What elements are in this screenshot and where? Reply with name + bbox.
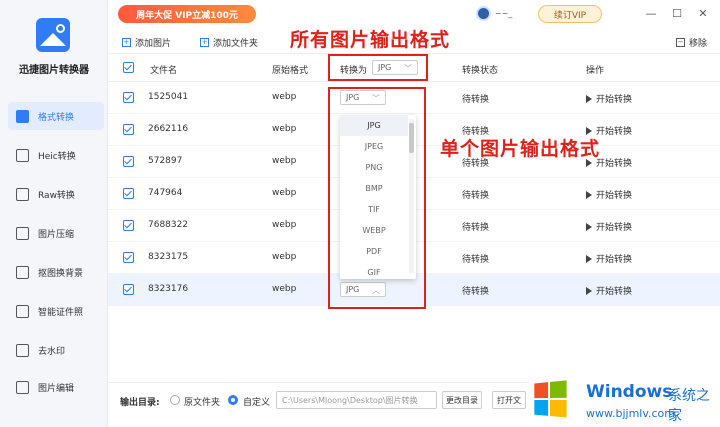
watermark-subtitle: 系统之家 xyxy=(668,388,710,424)
row-checkbox[interactable] xyxy=(123,220,134,231)
open-folder-button[interactable]: 打开文 xyxy=(492,391,526,409)
row-status: 待转换 xyxy=(462,287,490,297)
annotation-all-images: 所有图片输出格式 xyxy=(290,29,451,51)
add-folder-button[interactable]: + 添加文件夹 xyxy=(200,36,258,49)
row-checkbox[interactable] xyxy=(123,284,134,295)
sidebar-item-cutout[interactable]: 抠图换背景 xyxy=(8,258,104,286)
play-icon xyxy=(586,255,592,263)
row-status: 待转换 xyxy=(462,95,490,105)
change-dir-button[interactable]: 更改目录 xyxy=(442,391,482,409)
col-orig-format: 原始格式 xyxy=(272,66,309,76)
play-icon xyxy=(586,191,592,199)
col-status: 转换状态 xyxy=(462,66,499,76)
play-icon xyxy=(586,287,592,295)
row-status: 待转换 xyxy=(462,191,490,201)
row-format: webp xyxy=(272,124,297,134)
start-convert-button[interactable]: 开始转换 xyxy=(586,220,632,233)
add-image-button[interactable]: + 添加图片 xyxy=(122,36,171,49)
app-logo-icon xyxy=(36,18,70,52)
play-icon xyxy=(586,223,592,231)
row-filename: 8323175 xyxy=(148,252,189,262)
username: ~~_ xyxy=(495,9,513,18)
raw-icon xyxy=(16,187,29,201)
col-filename: 文件名 xyxy=(150,66,178,76)
heic-icon xyxy=(16,148,29,162)
start-convert-button[interactable]: 开始转换 xyxy=(586,188,632,201)
row-filename: 8323176 xyxy=(148,284,189,294)
id-photo-icon xyxy=(16,304,29,318)
sidebar: 迅捷图片转换器 格式转换 Heic转换 Raw转换 图片压缩 抠图换背景 智能证… xyxy=(0,0,108,427)
row-status: 待转换 xyxy=(462,223,490,233)
minimize-icon[interactable]: — xyxy=(644,6,658,20)
row-filename: 747964 xyxy=(148,188,183,198)
annotation-single-image: 单个图片输出格式 xyxy=(440,138,601,160)
avatar[interactable] xyxy=(476,6,491,21)
sidebar-item-watermark[interactable]: 去水印 xyxy=(8,336,104,364)
sidebar-item-id-photo[interactable]: 智能证件照 xyxy=(8,297,104,325)
row-format: webp xyxy=(272,92,297,102)
start-convert-button[interactable]: 开始转换 xyxy=(586,284,632,297)
row-format: webp xyxy=(272,220,297,230)
sidebar-item-format-convert[interactable]: 格式转换 xyxy=(8,102,104,130)
radio-custom[interactable] xyxy=(228,395,238,405)
user-info[interactable]: ~~_ xyxy=(476,6,512,21)
col-action: 操作 xyxy=(586,66,605,76)
row-filename: 572897 xyxy=(148,156,183,166)
windows-logo-icon xyxy=(534,380,569,420)
radio-source-folder[interactable] xyxy=(170,395,180,405)
play-icon xyxy=(586,95,592,103)
row-checkbox[interactable] xyxy=(123,124,134,135)
radio-source-label: 原文件夹 xyxy=(184,398,221,408)
row-filename: 1525041 xyxy=(148,92,189,102)
add-folder-icon: + xyxy=(200,38,209,47)
output-dir-label: 输出目录: xyxy=(120,398,160,408)
sidebar-item-raw[interactable]: Raw转换 xyxy=(8,180,104,208)
sidebar-item-compress[interactable]: 图片压缩 xyxy=(8,219,104,247)
sidebar-item-edit[interactable]: 图片编辑 xyxy=(8,373,104,401)
select-all-checkbox[interactable] xyxy=(123,62,134,73)
watermark-url: www.bjjmlv.com xyxy=(586,407,675,420)
row-checkbox[interactable] xyxy=(123,92,134,103)
row-format: webp xyxy=(272,252,297,262)
remove-button[interactable]: − 移除 xyxy=(676,36,707,49)
cutout-icon xyxy=(16,265,29,279)
start-convert-button[interactable]: 开始转换 xyxy=(586,252,632,265)
compress-icon xyxy=(16,226,29,240)
renew-vip-button[interactable]: 续订VIP xyxy=(538,5,602,23)
watermark-title: Windows xyxy=(586,382,673,402)
output-path-input[interactable]: C:\Users\Mloong\Desktop\图片转换 xyxy=(276,391,437,409)
row-checkbox[interactable] xyxy=(123,188,134,199)
site-watermark: Windows 系统之家 www.bjjmlv.com xyxy=(528,376,720,427)
radio-custom-label: 自定义 xyxy=(243,398,271,408)
row-format: webp xyxy=(272,188,297,198)
promo-banner[interactable]: 周年大促 VIP立减100元 xyxy=(118,5,256,23)
row-filename: 7688322 xyxy=(148,220,189,230)
start-convert-button[interactable]: 开始转换 xyxy=(586,92,632,105)
sidebar-item-heic[interactable]: Heic转换 xyxy=(8,141,104,169)
format-convert-icon xyxy=(16,109,29,123)
edit-icon xyxy=(16,380,29,394)
row-checkbox[interactable] xyxy=(123,156,134,167)
trash-icon: − xyxy=(676,38,685,47)
close-icon[interactable]: ✕ xyxy=(696,6,710,20)
row-format: webp xyxy=(272,156,297,166)
row-filename: 2662116 xyxy=(148,124,189,134)
annotation-box-global xyxy=(328,54,428,81)
maximize-icon[interactable]: ☐ xyxy=(670,6,684,20)
row-checkbox[interactable] xyxy=(123,252,134,263)
add-image-icon: + xyxy=(122,38,131,47)
app-name: 迅捷图片转换器 xyxy=(19,65,89,76)
annotation-box-single xyxy=(328,87,426,309)
row-status: 待转换 xyxy=(462,255,490,265)
row-format: webp xyxy=(272,284,297,294)
watermark-icon xyxy=(16,343,29,357)
